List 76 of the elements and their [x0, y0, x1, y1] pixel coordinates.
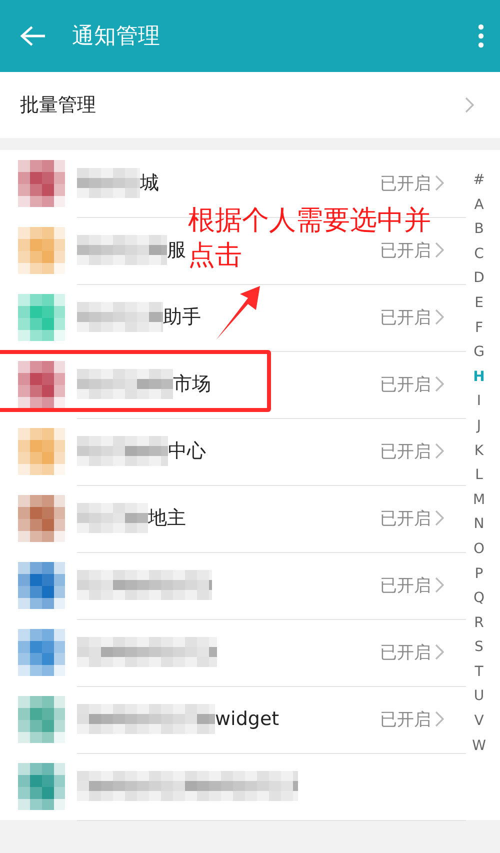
index-letter[interactable]: C: [474, 242, 484, 266]
chevron-icon: [435, 309, 444, 325]
index-letter[interactable]: L: [475, 463, 483, 488]
chevron-icon: [435, 510, 444, 526]
app-icon: [18, 227, 65, 274]
batch-manage-label: 批量管理: [20, 93, 97, 118]
index-letter[interactable]: V: [474, 709, 484, 734]
index-letter[interactable]: Q: [473, 586, 485, 611]
index-letter[interactable]: K: [474, 438, 484, 464]
chevron-icon: [435, 242, 444, 258]
app-name: 市场: [173, 372, 211, 397]
annotation-text: 点击: [188, 239, 242, 273]
status-text: 已开启: [380, 508, 431, 530]
index-letter[interactable]: I: [476, 389, 482, 414]
app-name: 中心: [168, 439, 206, 464]
app-icon: [18, 428, 65, 475]
app-icon: [18, 495, 65, 542]
index-letter[interactable]: A: [474, 192, 484, 218]
index-letter[interactable]: S: [474, 635, 484, 660]
app-row[interactable]: 助手 已开启: [0, 284, 466, 351]
chevron-icon: [435, 443, 444, 459]
status-text: 已开启: [380, 172, 431, 194]
app-icon: [18, 629, 65, 676]
batch-manage-row[interactable]: 批量管理: [0, 72, 500, 138]
app-name: widget: [215, 708, 280, 730]
page-title: 通知管理: [72, 23, 161, 51]
index-letter[interactable]: G: [474, 340, 484, 365]
index-letter[interactable]: M: [472, 488, 486, 512]
app-icon: [18, 696, 65, 743]
menu-icon[interactable]: [478, 24, 484, 48]
index-letter[interactable]: E: [474, 290, 484, 316]
index-letter[interactable]: O: [473, 536, 485, 562]
index-letter[interactable]: J: [476, 414, 482, 439]
status-text: 已开启: [380, 306, 431, 328]
app-name: 城: [140, 171, 159, 196]
index-letter[interactable]: P: [474, 562, 484, 586]
status-text: 已开启: [380, 240, 431, 262]
chevron-icon: [435, 644, 444, 660]
index-letter[interactable]: T: [474, 660, 484, 684]
index-letter[interactable]: D: [474, 266, 484, 291]
app-name: 助手: [163, 305, 201, 330]
back-arrow-icon[interactable]: [20, 25, 46, 47]
status-text: 已开启: [380, 374, 431, 396]
blurred-text: [77, 503, 148, 533]
app-icon: [18, 294, 65, 341]
status-text: 已开启: [380, 708, 431, 730]
index-letter[interactable]: R: [474, 610, 484, 636]
blurred-text: [77, 168, 140, 198]
app-name: 地主: [148, 506, 186, 531]
app-row[interactable]: widget 已开启: [0, 686, 466, 753]
app-icon: [18, 160, 65, 207]
app-row[interactable]: 已开启: [0, 619, 466, 686]
index-letter[interactable]: F: [474, 316, 484, 340]
status-text: 已开启: [380, 574, 431, 596]
chevron-icon: [435, 577, 444, 593]
app-row[interactable]: 地主 已开启: [0, 485, 466, 552]
chevron-icon: [435, 376, 444, 392]
app-name: 服: [167, 238, 186, 263]
app-row[interactable]: 中心 已开启: [0, 418, 466, 485]
app-icon: [18, 361, 65, 408]
app-icon: [18, 562, 65, 609]
index-letter[interactable]: W: [472, 734, 486, 758]
chevron-icon: [435, 175, 444, 191]
status-text: 已开启: [380, 440, 431, 462]
app-icon: [18, 763, 65, 810]
annotation-text: 根据个人需要选中并: [188, 204, 431, 238]
index-letter[interactable]: U: [474, 684, 484, 710]
chevron-icon: [435, 711, 444, 727]
index-letter[interactable]: B: [474, 217, 484, 242]
chevron-icon: [465, 97, 474, 113]
app-row[interactable]: 市场 已开启: [0, 351, 466, 418]
index-letter[interactable]: N: [474, 512, 484, 537]
status-text: 已开启: [380, 642, 431, 664]
index-letter[interactable]: #: [473, 168, 485, 193]
app-row[interactable]: 已开启: [0, 552, 466, 619]
index-letter[interactable]: H: [473, 364, 485, 390]
